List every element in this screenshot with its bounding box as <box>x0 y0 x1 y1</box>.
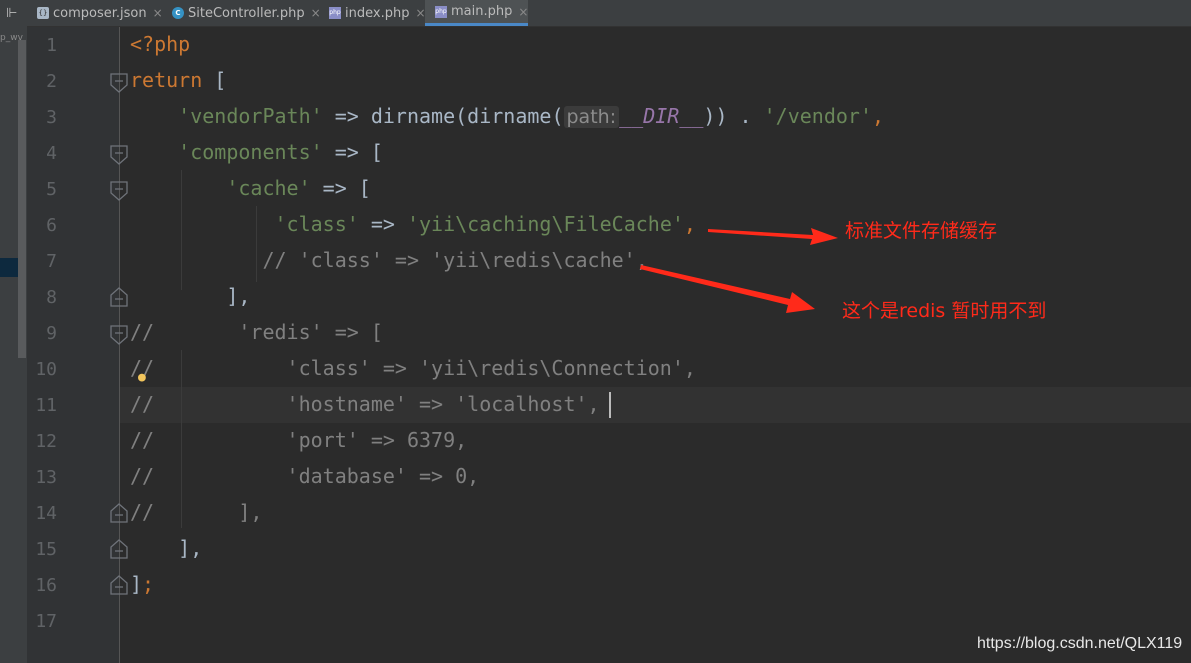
arrow-file-cache <box>708 228 838 245</box>
arrow-redis-unused <box>640 265 815 313</box>
annotation-redis-unused: 这个是redis 暂时用不到 <box>842 300 1047 322</box>
annotation-arrows <box>640 228 838 313</box>
annotation-file-cache: 标准文件存储缓存 <box>845 220 998 242</box>
watermark: https://blog.csdn.net/QLX119 <box>977 635 1183 652</box>
